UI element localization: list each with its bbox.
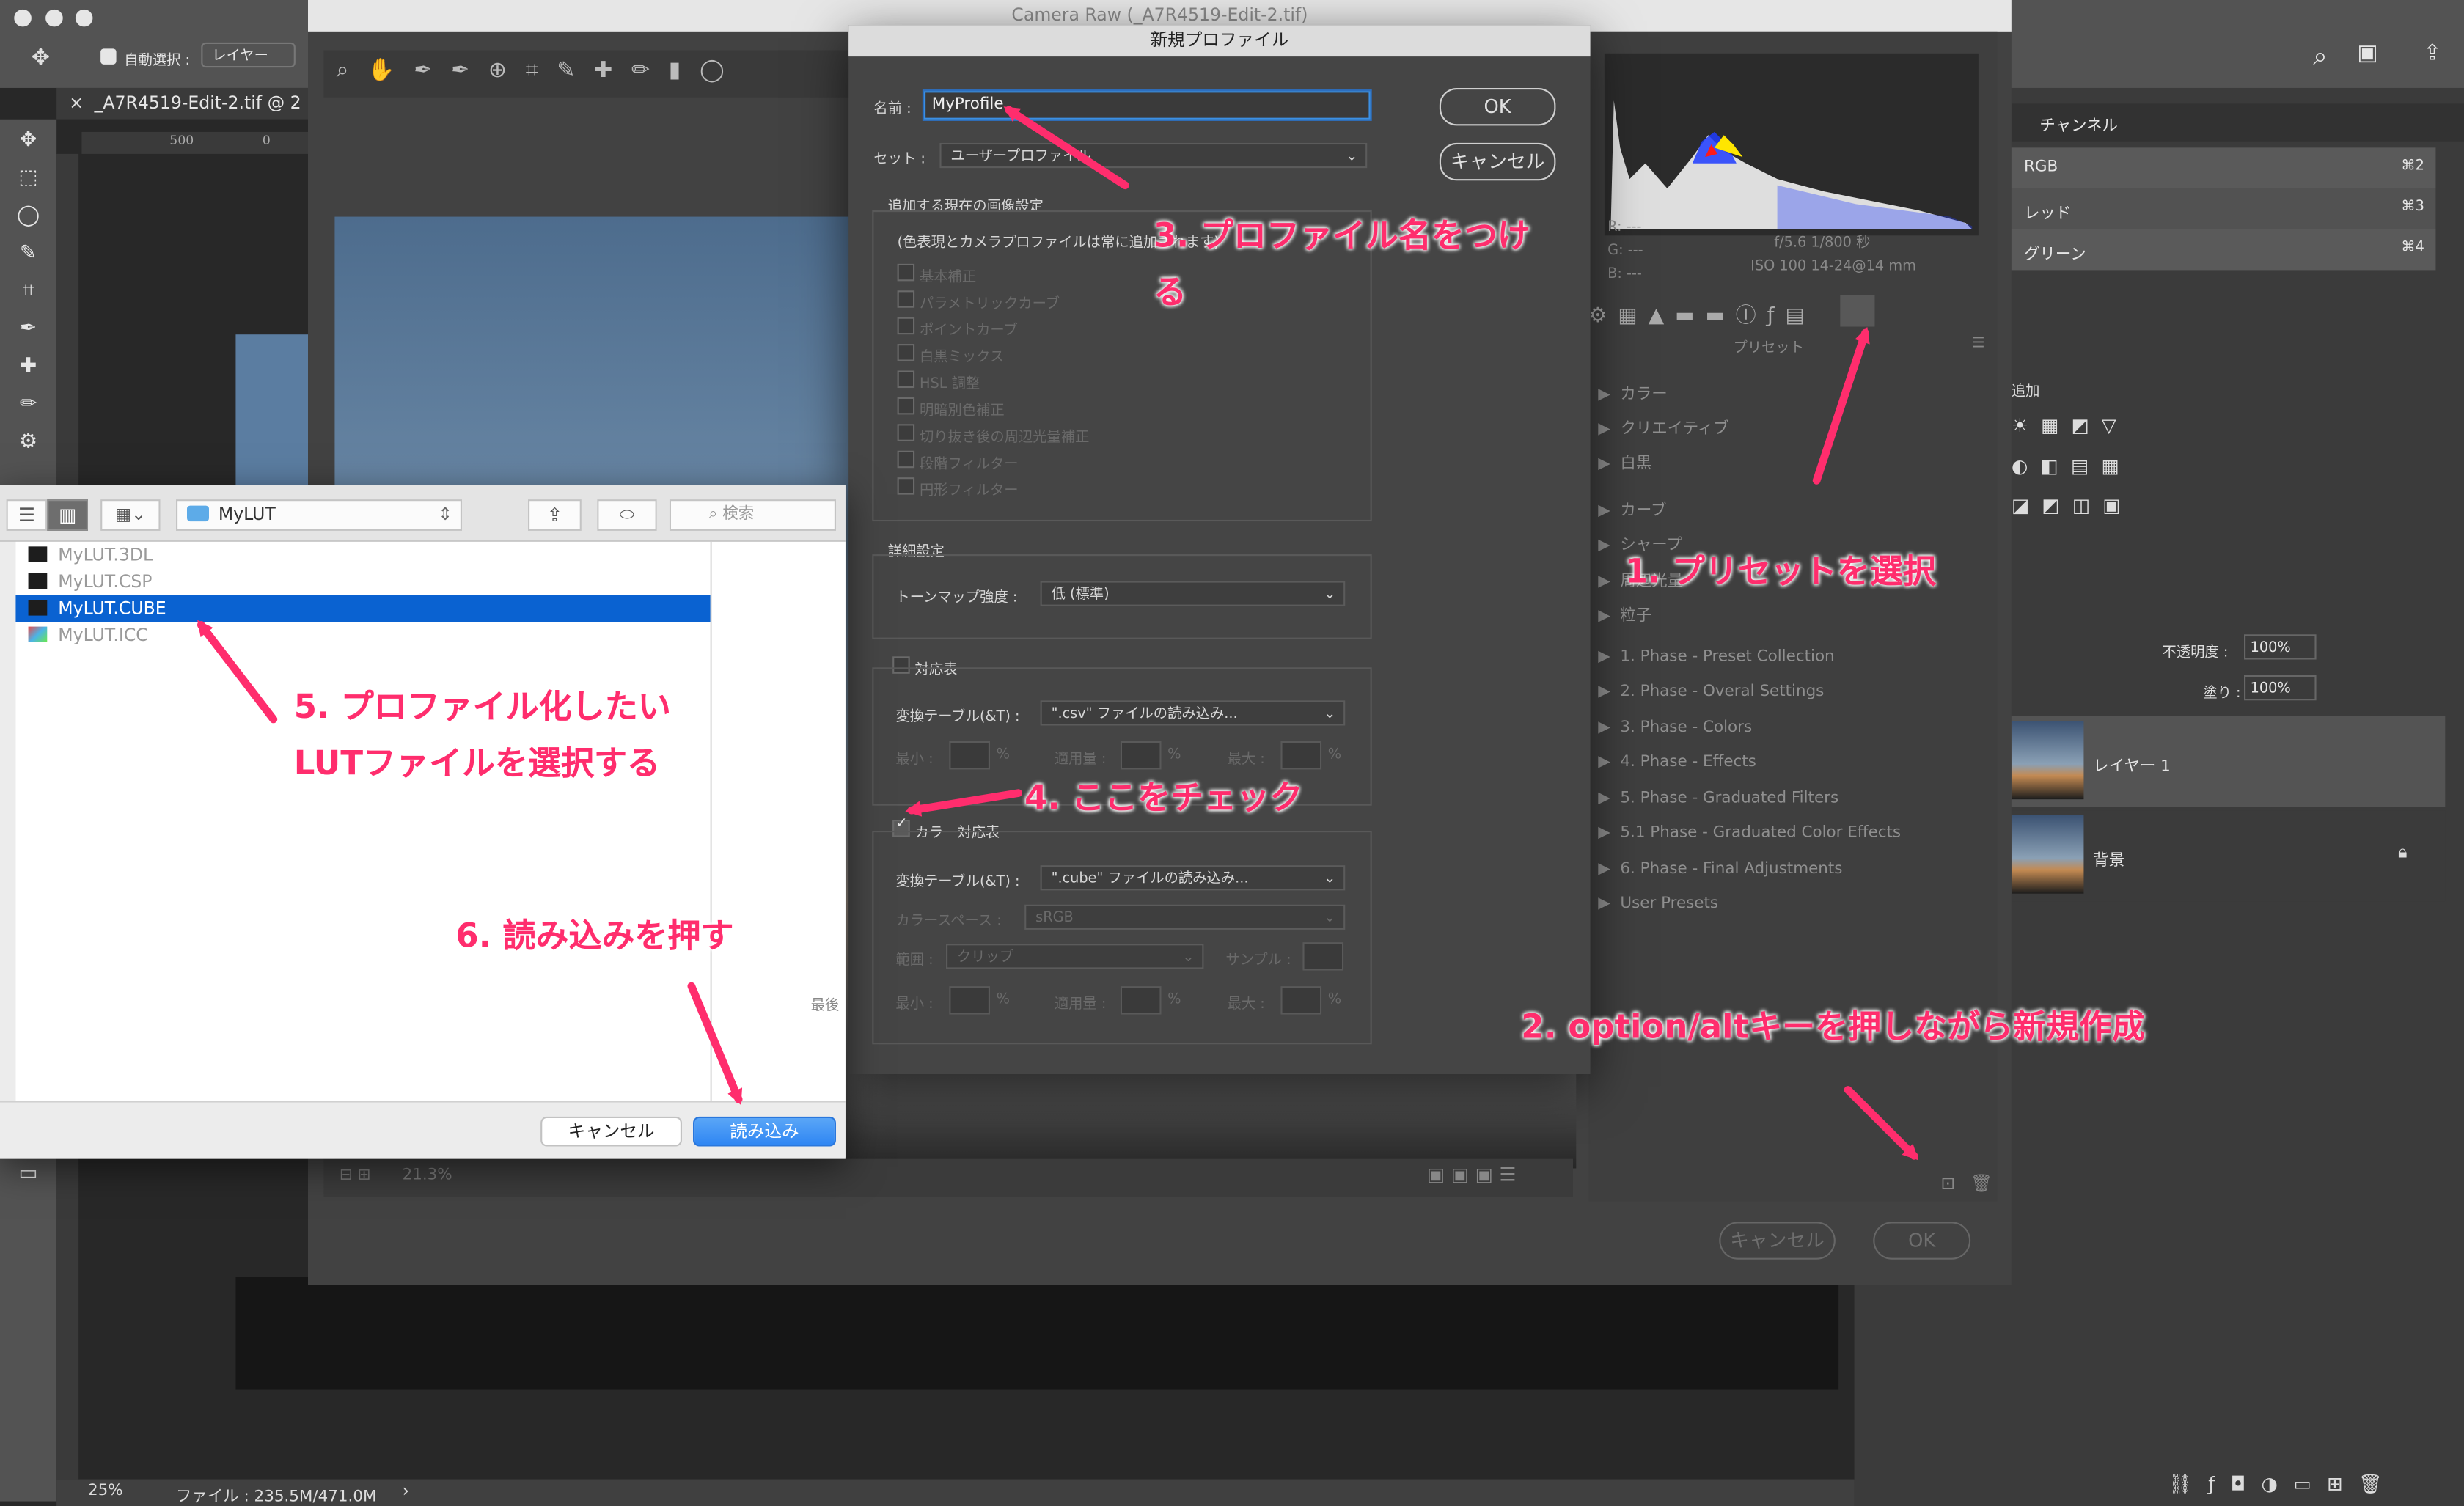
annotation-arrows <box>197 106 1919 1161</box>
arrow-step2 <box>1844 1086 1919 1161</box>
arrow-step5 <box>197 620 278 724</box>
arrow-step3 <box>1003 106 1129 190</box>
arrow-step6 <box>687 982 743 1106</box>
arrow-step1 <box>1812 326 1870 485</box>
arrow-step4 <box>905 789 1022 817</box>
